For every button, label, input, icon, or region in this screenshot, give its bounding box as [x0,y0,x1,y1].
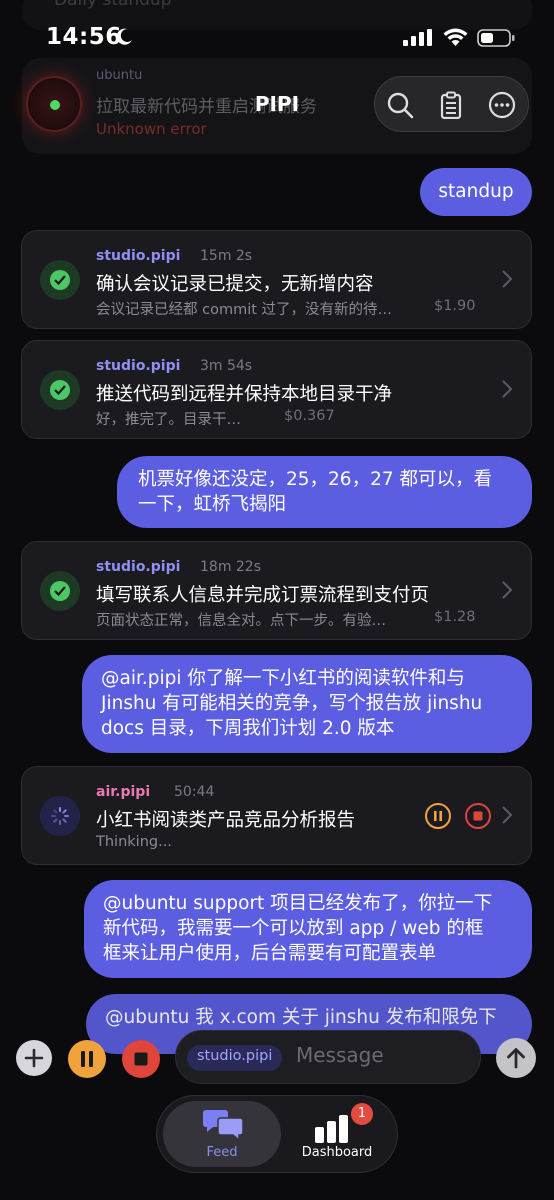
task-pause-button[interactable] [425,803,451,829]
message-line: docs 目录，下周我们计划 2.0 版本 [101,718,395,739]
task-summary: 页面状态正常，信息全对。点下一步。有验… [96,613,386,629]
user-message-bubble[interactable]: standup [420,168,532,216]
task-stop-button[interactable] [465,803,491,829]
message-line: 机票好像还没定，25，26，27 都可以，看 [138,469,493,490]
message-line: Jinshu 有可能相关的竞争，写个报告放 jinshu [101,693,483,714]
arrow-up-icon [507,1048,525,1069]
task-timer: 50:44 [174,784,215,800]
task-agent-label: air.pipi [96,784,151,800]
header-actions-pill [374,76,529,132]
chat-bubbles-icon [203,1110,244,1142]
task-title: 填写联系人信息并完成订票流程到支付页 [96,585,430,606]
stop-icon [134,1052,148,1066]
tab-feed[interactable]: Feed [163,1101,281,1167]
user-message-bubble[interactable]: @ubuntu support 项目已经发布了，你拉一下 新代码，我需要一个可以… [84,880,532,978]
user-message-bubble[interactable]: @air.pipi 你了解一下小红书的阅读软件和与 Jinshu 有可能相关的竞… [82,655,532,753]
status-time: 14:56 [46,24,122,50]
checkmark-icon [54,385,66,395]
pause-all-button[interactable] [68,1040,106,1078]
bar-chart-icon [315,1115,348,1143]
task-summary: 好，推完了。目录干… [96,412,241,428]
message-line: 框来让用户使用，后台需要有可配置表单 [103,943,437,964]
task-cost: $1.90 [434,298,476,314]
task-status-icon [40,260,80,300]
loading-spinner-icon [40,796,80,836]
task-card[interactable]: studio.pipi 18m 22s 填写联系人信息并完成订票流程到支付页 页… [21,541,532,640]
message-placeholder: Message [296,1043,384,1067]
target-agent-chip[interactable]: studio.pipi [187,1045,283,1071]
chevron-right-icon [502,270,513,288]
task-card[interactable]: studio.pipi 15m 2s 确认会议记录已提交，无新增内容 会议记录已… [21,230,532,329]
task-agent-label: studio.pipi [96,358,181,374]
chevron-right-icon [502,581,513,599]
bottom-tab-bar: Feed 1 Dashboard [156,1095,398,1173]
do-not-disturb-moon-icon [116,28,132,45]
message-line: @ubuntu support 项目已经发布了，你拉一下 [103,893,493,914]
chevron-right-icon [502,806,513,824]
task-summary: 会议记录已经都 commit 过了，没有新的待… [96,302,393,318]
background-agent-label: ubuntu [96,68,143,83]
message-line: @air.pipi 你了解一下小红书的阅读软件和与 [101,668,465,689]
message-line: 一下，虹桥飞揭阳 [138,494,287,515]
task-card-running[interactable]: air.pipi 50:44 小红书阅读类产品竞品分析报告 Thinking..… [21,766,532,865]
tab-dashboard[interactable]: 1 Dashboard [281,1101,393,1167]
task-card[interactable]: studio.pipi 3m 54s 推送代码到远程并保持本地目录干净 好，推完… [21,340,532,439]
send-button[interactable] [496,1038,536,1078]
notification-badge: 1 [351,1103,373,1125]
task-summary: Thinking... [96,834,172,850]
search-icon[interactable] [386,91,414,119]
background-error-text: Unknown error [96,120,207,138]
clipboard-icon[interactable] [437,91,465,119]
task-title: 小红书阅读类产品竞品分析报告 [96,810,356,831]
stop-all-button[interactable] [122,1040,160,1078]
battery-icon [477,29,515,47]
task-duration: 3m 54s [200,358,253,374]
pause-icon [434,811,442,821]
message-line: 新代码，我需要一个可以放到 app / web 的框 [103,918,484,939]
task-cost: $1.28 [434,609,476,625]
stop-icon [473,811,483,821]
task-agent-label: studio.pipi [96,248,181,264]
pause-icon [81,1051,93,1067]
plus-icon [24,1048,44,1068]
task-duration: 15m 2s [200,248,253,264]
task-title: 确认会议记录已提交，无新增内容 [96,274,374,295]
user-message-bubble[interactable]: 机票好像还没定，25，26，27 都可以，看 一下，虹桥飞揭阳 [117,456,532,528]
checkmark-icon [54,586,66,596]
chevron-right-icon [502,380,513,398]
more-options-icon[interactable] [488,91,516,119]
message-input[interactable]: studio.pipi Message [175,1030,481,1084]
task-duration: 18m 22s [200,559,262,575]
task-title: 推送代码到远程并保持本地目录干净 [96,384,393,405]
message-line: @ubuntu 我 x.com 关于 jinshu 发布和限免下 [105,1007,497,1028]
tab-feed-label: Feed [206,1145,238,1160]
add-attachment-button[interactable] [16,1040,52,1076]
task-agent-label: studio.pipi [96,559,181,575]
task-status-icon [40,571,80,611]
checkmark-icon [54,275,66,285]
task-status-icon [40,370,80,410]
wifi-icon [443,28,468,46]
tab-dashboard-label: Dashboard [301,1145,373,1160]
task-cost: $0.367 [284,408,335,424]
cellular-signal-icon [403,29,432,46]
background-card-title: Daily standup [54,0,172,10]
